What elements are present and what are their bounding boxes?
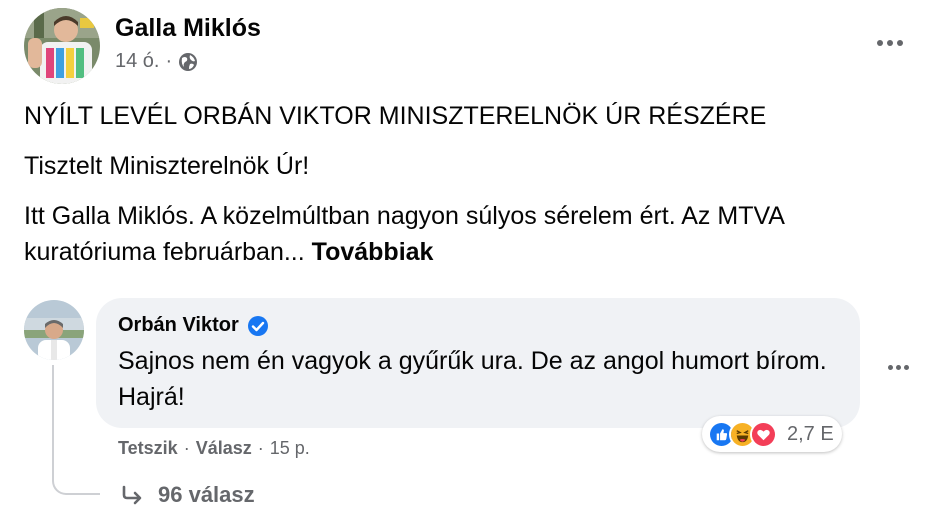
like-action[interactable]: Tetszik bbox=[118, 438, 178, 459]
globe-icon[interactable] bbox=[178, 52, 198, 72]
action-separator: · bbox=[183, 438, 190, 458]
commenter-avatar-image bbox=[24, 300, 84, 360]
author-avatar[interactable] bbox=[24, 8, 100, 84]
post-body: NYÍLT LEVÉL ORBÁN VIKTOR MINISZTERELNÖK … bbox=[24, 98, 904, 284]
view-replies-link[interactable]: 96 válasz bbox=[120, 482, 255, 508]
comment-author-name[interactable]: Orbán Viktor bbox=[118, 314, 239, 337]
reply-arrow-icon bbox=[122, 485, 142, 505]
reaction-count: 2,7 E bbox=[787, 422, 834, 445]
comment-text: Sajnos nem én vagyok a gyűrűk ura. De az… bbox=[118, 347, 827, 411]
comment-actions: Tetszik · Válasz · 15 p. bbox=[118, 438, 310, 459]
replies-count: 96 válasz bbox=[158, 482, 255, 507]
author-name[interactable]: Galla Miklós bbox=[115, 14, 261, 43]
more-horizontal-icon bbox=[877, 40, 903, 46]
post-time[interactable]: 14 ó. bbox=[115, 50, 159, 73]
love-icon bbox=[750, 420, 777, 448]
post-title: NYÍLT LEVÉL ORBÁN VIKTOR MINISZTERELNÖK … bbox=[24, 102, 767, 130]
reaction-summary[interactable]: 2,7 E bbox=[702, 416, 842, 452]
post-excerpt: Itt Galla Miklós. A közelmúltban nagyon … bbox=[24, 198, 904, 270]
more-horizontal-icon bbox=[887, 364, 909, 370]
meta-separator: · bbox=[165, 50, 173, 72]
author-avatar-image bbox=[24, 8, 100, 84]
comment-time[interactable]: 15 p. bbox=[270, 438, 310, 459]
reply-action[interactable]: Válasz bbox=[196, 438, 252, 459]
commenter-avatar[interactable] bbox=[24, 300, 84, 360]
post-meta: 14 ó. · bbox=[115, 50, 198, 73]
post-greeting: Tisztelt Miniszterelnök Úr! bbox=[24, 152, 310, 180]
reply-thread-line bbox=[52, 365, 100, 495]
post-header: Galla Miklós 14 ó. · bbox=[20, 6, 910, 84]
reaction-icons bbox=[708, 420, 777, 448]
action-separator: · bbox=[257, 438, 264, 458]
post-more-button[interactable] bbox=[870, 28, 910, 58]
comment-more-button[interactable] bbox=[880, 355, 916, 379]
comment-bubble: Orbán Viktor Sajnos nem én vagyok a gyűr… bbox=[96, 298, 860, 428]
comment-author-row: Orbán Viktor bbox=[118, 314, 838, 337]
verified-badge-icon bbox=[247, 315, 268, 336]
see-more-link[interactable]: Továbbiak bbox=[312, 238, 434, 266]
